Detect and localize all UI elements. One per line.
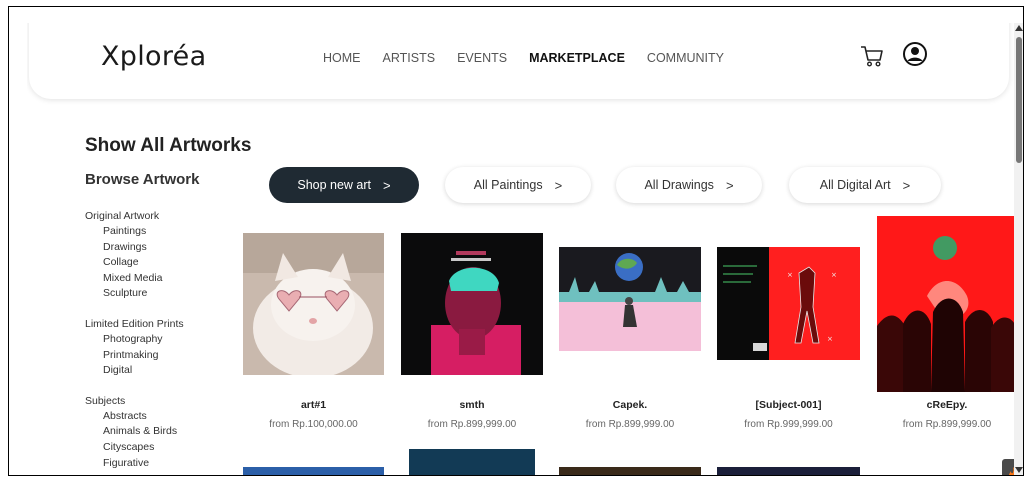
user-circle-icon[interactable]: [902, 41, 928, 67]
browser-frame: Xploréa HOME ARTISTS EVENTS MARKETPLACE …: [8, 6, 1024, 476]
svg-text:×: ×: [827, 335, 833, 343]
sidebar-item-sculpture[interactable]: Sculpture: [85, 286, 255, 302]
artwork-title[interactable]: cReEpy.: [877, 399, 1014, 411]
vertical-scrollbar[interactable]: [1014, 23, 1023, 475]
sidebar-item-photography[interactable]: Photography: [85, 332, 255, 348]
sidebar-item-abstracts[interactable]: Abstracts: [85, 409, 255, 425]
filter-label: All Paintings: [473, 178, 543, 192]
artwork-image-capek[interactable]: [559, 247, 701, 358]
artwork-price: from Rp.999,999.00: [744, 419, 833, 430]
artwork-image-art1[interactable]: [243, 233, 384, 375]
sidebar-item-collage[interactable]: Collage: [85, 255, 255, 271]
sidebar-group-prints: Limited Edition Prints Photography Print…: [85, 317, 255, 379]
sidebar-group-title[interactable]: Limited Edition Prints: [85, 317, 255, 332]
artwork-image-next-2[interactable]: [409, 449, 535, 475]
page-viewport: Xploréa HOME ARTISTS EVENTS MARKETPLACE …: [27, 23, 1014, 475]
all-digital-art-button[interactable]: All Digital Art >: [789, 167, 941, 203]
sidebar-item-drawings[interactable]: Drawings: [85, 240, 255, 256]
artwork-title[interactable]: Capek.: [559, 399, 701, 411]
artwork-image-next-1[interactable]: [243, 467, 384, 475]
top-navbar: Xploréa HOME ARTISTS EVENTS MARKETPLACE …: [29, 23, 1009, 99]
filter-label: All Digital Art: [819, 178, 891, 192]
sidebar-group-title[interactable]: Original Artwork: [85, 209, 255, 224]
page-title: Show All Artworks: [85, 135, 252, 156]
chevron-right-icon: >: [554, 177, 563, 193]
artwork-image-next-3[interactable]: [559, 467, 701, 475]
svg-text:×: ×: [831, 271, 837, 279]
scroll-thumb[interactable]: [1016, 37, 1022, 163]
svg-text:×: ×: [787, 271, 793, 279]
artwork-image-creepy[interactable]: [877, 216, 1014, 392]
filter-label: Shop new art: [297, 178, 372, 192]
artwork-price: from Rp.899,999.00: [427, 419, 517, 430]
browse-artwork-heading: Browse Artwork: [85, 171, 200, 188]
sidebar-item-digital[interactable]: Digital: [85, 363, 255, 379]
filter-label: All Drawings: [644, 178, 714, 192]
artwork-title[interactable]: art#1: [243, 399, 384, 411]
nav-events[interactable]: EVENTS: [457, 51, 507, 65]
sidebar-group-subjects: Subjects Abstracts Animals & Birds Citys…: [85, 394, 255, 471]
nav-home[interactable]: HOME: [323, 51, 361, 65]
fire-icon[interactable]: [1002, 459, 1014, 475]
chevron-right-icon: >: [383, 177, 391, 193]
artwork-title[interactable]: smth: [401, 399, 543, 411]
scroll-up-arrow-icon[interactable]: [1015, 25, 1023, 31]
sidebar-group-original: Original Artwork Paintings Drawings Coll…: [85, 209, 255, 302]
artwork-price: from Rp.100,000.00: [269, 419, 358, 430]
artwork-price: from Rp.899,999.00: [902, 419, 992, 430]
sidebar-item-cityscapes[interactable]: Cityscapes: [85, 440, 255, 456]
chevron-right-icon: >: [725, 177, 734, 193]
artwork-image-subject-001[interactable]: × × ×: [717, 247, 860, 360]
sidebar-group-title[interactable]: Subjects: [85, 394, 255, 409]
artwork-image-next-4[interactable]: [717, 467, 860, 475]
cart-icon[interactable]: [859, 43, 885, 69]
nav-community[interactable]: COMMUNITY: [647, 51, 724, 65]
artwork-image-smth[interactable]: [401, 233, 543, 375]
all-paintings-button[interactable]: All Paintings >: [445, 167, 591, 203]
shop-new-art-button[interactable]: Shop new art >: [269, 167, 419, 203]
nav-marketplace[interactable]: MARKETPLACE: [529, 51, 625, 65]
all-drawings-button[interactable]: All Drawings >: [616, 167, 762, 203]
nav-links: HOME ARTISTS EVENTS MARKETPLACE COMMUNIT…: [323, 51, 724, 65]
site-logo[interactable]: Xploréa: [101, 41, 206, 72]
sidebar-item-printmaking[interactable]: Printmaking: [85, 348, 255, 364]
chevron-right-icon: >: [902, 177, 911, 193]
browse-sidebar: Original Artwork Paintings Drawings Coll…: [85, 209, 255, 475]
fire-icon: [1008, 467, 1014, 475]
sidebar-item-figurative[interactable]: Figurative: [85, 456, 255, 472]
sidebar-item-paintings[interactable]: Paintings: [85, 224, 255, 240]
nav-artists[interactable]: ARTISTS: [383, 51, 436, 65]
artwork-price: from Rp.899,999.00: [585, 419, 675, 430]
sidebar-item-animals-birds[interactable]: Animals & Birds: [85, 424, 255, 440]
artwork-title[interactable]: [Subject-001]: [717, 399, 860, 411]
scroll-down-arrow-icon[interactable]: [1015, 467, 1023, 473]
sidebar-item-mixed-media[interactable]: Mixed Media: [85, 271, 255, 287]
